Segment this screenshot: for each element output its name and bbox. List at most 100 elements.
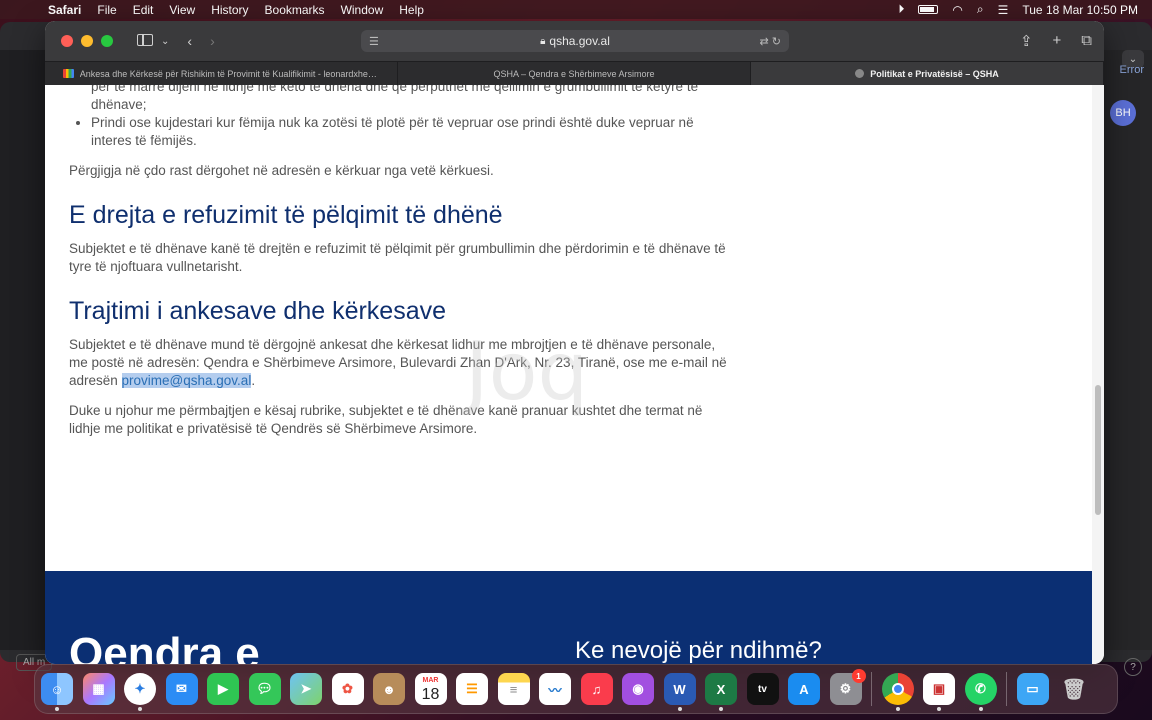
footer-title: Qendra e — [69, 629, 260, 664]
tab-label: Ankesa dhe Kërkesë për Rishikim të Provi… — [79, 68, 379, 79]
help-icon[interactable]: ? — [1124, 658, 1142, 676]
safari-window: ⌄ ‹ › ☰ 🔒︎ qsha.gov.al ⇄ ↻ ⇪ + ⧉ Ankesa … — [45, 21, 1104, 664]
apple-tv-icon[interactable]: tv — [746, 673, 779, 705]
calendar-icon[interactable]: MAR 18 — [414, 673, 447, 705]
back-button[interactable]: ‹ — [187, 33, 192, 49]
downloads-folder-icon[interactable]: ▭ — [1016, 673, 1049, 705]
lock-icon: 🔒︎ — [540, 35, 546, 47]
contacts-icon[interactable]: ☻ — [373, 673, 405, 705]
running-indicator — [677, 707, 682, 711]
avatar[interactable]: BH — [1110, 100, 1136, 126]
play-icon[interactable]: ⏵ — [898, 2, 904, 17]
menu-window[interactable]: Window — [333, 3, 392, 17]
freeform-icon[interactable]: 〰 — [539, 673, 571, 705]
notes-icon[interactable]: ≡ — [497, 673, 530, 705]
close-window-button[interactable] — [61, 35, 73, 47]
scrollbar-thumb[interactable] — [1095, 385, 1101, 515]
trash-icon[interactable]: 🗑︎ — [1058, 673, 1090, 705]
excel-icon[interactable]: X — [705, 673, 737, 711]
paragraph-complaints: Subjektet e të dhënave mund të dërgojnë … — [69, 336, 737, 390]
background-window-right-panel — [1104, 50, 1152, 650]
sidebar-icon — [137, 34, 153, 46]
list-item: Prindi ose kujdestari kur fëmija nuk ka … — [91, 114, 737, 150]
gmail-icon — [63, 69, 74, 78]
tab-label: QSHA – Qendra e Shërbimeve Arsimore — [493, 68, 655, 79]
running-indicator — [138, 707, 142, 711]
notification-badge: 1 — [851, 669, 866, 683]
background-window-left-panel — [0, 50, 45, 650]
word-icon[interactable]: W — [663, 673, 696, 711]
maps-icon[interactable]: ➤ — [290, 673, 322, 705]
music-icon[interactable]: ♫ — [580, 673, 613, 705]
menu-app-name[interactable]: Safari — [40, 3, 89, 17]
share-icon[interactable]: ⇪ — [1020, 32, 1033, 50]
calendar-month: MAR — [422, 676, 439, 684]
fullscreen-window-button[interactable] — [101, 35, 113, 47]
podcasts-icon[interactable]: ◉ — [622, 673, 654, 705]
facetime-icon[interactable]: ▶ — [207, 673, 239, 705]
sidebar-toggle-button[interactable] — [137, 33, 153, 49]
browser-toolbar: ⌄ ‹ › ☰ 🔒︎ qsha.gov.al ⇄ ↻ ⇪ + ⧉ — [45, 21, 1104, 61]
email-link[interactable]: provime@qsha.gov.al — [121, 373, 252, 388]
menu-edit[interactable]: Edit — [125, 3, 162, 17]
watermark-logo: Joq — [465, 325, 589, 418]
web-page: për të marrë dijeni në lidhje me këto të… — [45, 85, 1092, 664]
mail-icon[interactable]: ✉ — [165, 673, 198, 705]
wifi-icon[interactable]: ◠ — [952, 3, 962, 17]
launchpad-icon[interactable]: ▦ — [82, 673, 115, 705]
menu-bookmarks[interactable]: Bookmarks — [257, 3, 333, 17]
toolbar-right-actions: ⇪ + ⧉ — [1020, 32, 1092, 50]
menu-history[interactable]: History — [203, 3, 256, 17]
menu-help[interactable]: Help — [391, 3, 432, 17]
paragraph-refusal: Subjektet e të dhënave kanë të drejtën e… — [69, 241, 726, 274]
menu-clock[interactable]: Tue 18 Mar 10:50 PM — [1022, 3, 1138, 17]
reminders-icon[interactable]: ☰ — [456, 673, 488, 705]
battery-icon[interactable] — [918, 5, 939, 14]
footer-help-heading: Ke nevojë për ndihmë? — [575, 637, 822, 664]
safari-icon[interactable]: ✦ — [124, 673, 156, 711]
tab-qsha-home[interactable]: QSHA – Qendra e Shërbimeve Arsimore — [398, 62, 751, 85]
running-indicator — [937, 707, 941, 711]
paragraph-acceptance: Duke u njohur me përmbajtjen e kësaj rub… — [69, 403, 703, 436]
page-menu-icon[interactable]: ☰ — [369, 35, 379, 48]
messages-icon[interactable]: 💬︎ — [248, 673, 281, 705]
menu-view[interactable]: View — [161, 3, 203, 17]
tab-overview-icon[interactable]: ⧉ — [1081, 32, 1092, 50]
system-settings-icon[interactable]: ⚙ 1 — [829, 669, 866, 705]
dock-separator — [1006, 672, 1007, 706]
running-indicator — [55, 707, 59, 711]
running-indicator — [719, 707, 723, 711]
forward-button[interactable]: › — [210, 33, 215, 49]
chevron-down-icon[interactable]: ⌄ — [161, 36, 169, 47]
finder-icon[interactable]: ☺ — [41, 673, 73, 711]
running-indicator — [895, 707, 900, 711]
dock-separator — [871, 672, 872, 706]
heading-complaints: Trajtimi i ankesave dhe kërkesave — [69, 297, 447, 325]
tab-label: Politikat e Privatësisë – QSHA — [870, 68, 999, 79]
window-controls — [45, 35, 113, 47]
url-text: qsha.gov.al — [549, 34, 610, 48]
menu-bar: Safari File Edit View History Bookmarks … — [0, 0, 1152, 19]
dock: ☺ ▦ ✦ ✉ ▶ 💬︎ ➤ ✿ ☻ MAR 18 ☰ ≡ 〰 ♫ ◉ W X … — [34, 664, 1118, 714]
running-indicator — [978, 707, 983, 711]
page-content: për të marrë dijeni në lidhje me këto të… — [69, 85, 737, 438]
spotlight-search-icon[interactable]: ⌕ — [977, 2, 984, 17]
control-center-icon[interactable]: ☰ — [998, 3, 1009, 17]
paragraph-response: Përgjigja në çdo rast dërgohet në adresë… — [69, 163, 494, 178]
address-bar[interactable]: ☰ 🔒︎ qsha.gov.al ⇄ ↻ — [361, 30, 789, 52]
tab-gmail[interactable]: Ankesa dhe Kërkesë për Rishikim të Provi… — [45, 62, 398, 85]
tab-bar: Ankesa dhe Kërkesë për Rishikim të Provi… — [45, 61, 1104, 85]
photos-icon[interactable]: ✿ — [331, 673, 364, 705]
screen-sharing-icon[interactable]: ▣ — [923, 673, 955, 711]
menu-file[interactable]: File — [89, 3, 124, 17]
app-store-icon[interactable]: A — [788, 673, 820, 705]
list-item: për të marrë dijeni në lidhje me këto të… — [91, 85, 699, 112]
page-scrollbar[interactable] — [1092, 85, 1104, 664]
translate-reload-icon[interactable]: ⇄ ↻ — [760, 35, 782, 48]
tab-privacy-policy[interactable]: Politikat e Privatësisë – QSHA — [751, 62, 1104, 85]
minimize-window-button[interactable] — [81, 35, 93, 47]
complaints-text-end: . — [251, 373, 256, 388]
chrome-icon[interactable] — [881, 673, 914, 711]
new-tab-icon[interactable]: + — [1053, 32, 1062, 50]
whatsapp-icon[interactable]: ✆ — [964, 673, 997, 711]
